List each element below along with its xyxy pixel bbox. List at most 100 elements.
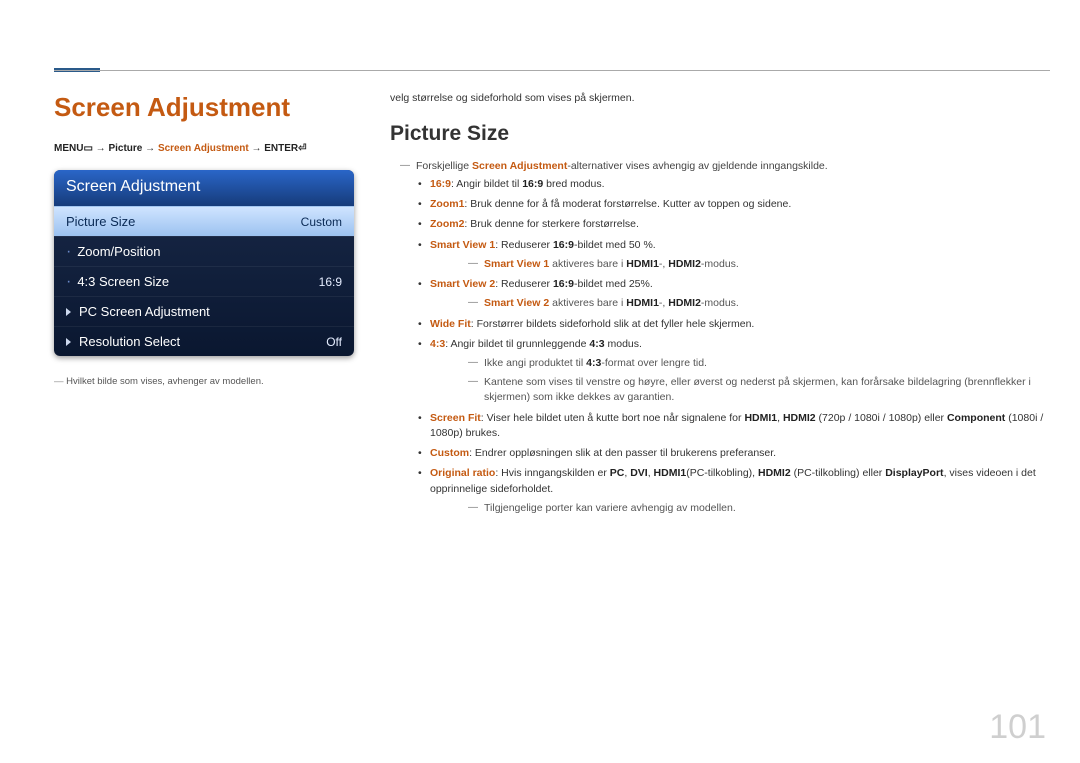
t: 16:9 [430, 178, 451, 190]
t: Zoom1 [430, 198, 464, 210]
list-item: Zoom1: Bruk denne for å få moderat forst… [418, 197, 1050, 212]
t: Ikke angi produktet til [484, 357, 586, 369]
t: aktiveres bare i [549, 258, 626, 270]
osd-label: Zoom/Position [77, 244, 160, 259]
list-item: Zoom2: Bruk denne for sterkere forstørre… [418, 217, 1050, 232]
t: Forskjellige [416, 160, 472, 172]
arrow1: → [93, 143, 109, 154]
t: HDMI1 [744, 412, 777, 424]
t: 16:9 [553, 239, 574, 251]
section-heading: Picture Size [390, 122, 1050, 146]
list-item: Smart View 2: Reduserer 16:9-bildet med … [418, 277, 1050, 311]
path-screen-adj: Screen Adjustment [158, 143, 249, 154]
t: : Angir bildet til grunnleggende [445, 338, 589, 350]
list-item: 4:3: Angir bildet til grunnleggende 4:3 … [418, 337, 1050, 406]
osd-footnote: Hvilket bilde som vises, avhenger av mod… [54, 376, 354, 387]
osd-row-picture-size[interactable]: Picture Size Custom [54, 206, 354, 236]
sub-note: Tilgjengelige porter kan variere avhengi… [474, 501, 1050, 516]
bullet-icon [66, 274, 71, 289]
chevron-right-icon [66, 334, 73, 349]
t: : Reduserer [495, 278, 553, 290]
t: Screen Adjustment [472, 160, 567, 172]
t: -alternativer vises avhengig av gjeldend… [567, 160, 827, 172]
t: HDMI2 [783, 412, 816, 424]
t: 16:9 [553, 278, 574, 290]
t: (PC-tilkobling) eller [791, 467, 886, 479]
arrow3: → [249, 143, 265, 154]
osd-row-43-screen-size[interactable]: 4:3 Screen Size 16:9 [54, 266, 354, 296]
osd-row-pc-screen-adjustment[interactable]: PC Screen Adjustment [54, 296, 354, 326]
t: Screen Fit [430, 412, 481, 424]
osd-value: Off [326, 335, 342, 349]
list-item: Smart View 1: Reduserer 16:9-bildet med … [418, 238, 1050, 272]
t: : Viser hele bildet uten å kutte bort no… [481, 412, 745, 424]
t: : Bruk denne for å få moderat forstørrel… [464, 198, 791, 210]
sub-note: Kantene som vises til venstre og høyre, … [474, 375, 1050, 405]
t: 4:3 [589, 338, 604, 350]
t: Custom [430, 447, 469, 459]
t: : Forstørrer bildets sideforhold slik at… [471, 318, 755, 330]
t: -, [659, 258, 668, 270]
page-content: Screen Adjustment MENU▭ → Picture → Scre… [54, 92, 1050, 521]
osd-value: Custom [301, 215, 342, 229]
t: -modus. [701, 297, 739, 309]
intro-text: velg størrelse og sideforhold som vises … [390, 92, 1050, 104]
sub-note: Ikke angi produktet til 4:3-format over … [474, 356, 1050, 371]
osd-label: 4:3 Screen Size [77, 274, 169, 289]
t: DisplayPort [885, 467, 943, 479]
t: Original ratio [430, 467, 495, 479]
t: : Angir bildet til [451, 178, 522, 190]
t: HDMI1 [626, 297, 659, 309]
path-picture: Picture [108, 143, 142, 154]
bullet-icon [66, 244, 71, 259]
right-column: velg størrelse og sideforhold som vises … [390, 92, 1050, 521]
t: -modus. [701, 258, 739, 270]
t: Smart View 2 [430, 278, 495, 290]
list-item: Original ratio: Hvis inngangskilden er P… [418, 466, 1050, 516]
menu-icon: ▭ [83, 143, 92, 154]
sub-note: Smart View 1 aktiveres bare i HDMI1-, HD… [474, 257, 1050, 272]
t: HDMI2 [758, 467, 791, 479]
t: : Hvis inngangskilden er [495, 467, 609, 479]
t: -bildet med 50 %. [574, 239, 656, 251]
osd-label: Picture Size [66, 214, 135, 229]
osd-row-resolution-select[interactable]: Resolution Select Off [54, 326, 354, 356]
chevron-right-icon [66, 304, 73, 319]
t: Component [947, 412, 1005, 424]
path-menu: MENU [54, 143, 83, 154]
t: : Reduserer [495, 239, 553, 251]
intro-note: Forskjellige Screen Adjustment-alternati… [406, 160, 1050, 172]
t: : Endrer oppløsningen slik at den passer… [469, 447, 776, 459]
osd-title: Screen Adjustment [54, 170, 354, 206]
t: Smart View 1 [484, 258, 549, 270]
t: HDMI2 [668, 258, 701, 270]
t: bred modus. [543, 178, 604, 190]
list-item: 16:9: Angir bildet til 16:9 bred modus. [418, 177, 1050, 192]
t: aktiveres bare i [549, 297, 626, 309]
t: modus. [605, 338, 642, 350]
osd-label: Resolution Select [79, 334, 180, 349]
t: PC [610, 467, 625, 479]
breadcrumb: MENU▭ → Picture → Screen Adjustment → EN… [54, 143, 354, 154]
osd-row-zoom-position[interactable]: Zoom/Position [54, 236, 354, 266]
t: HDMI2 [668, 297, 701, 309]
osd-value: 16:9 [319, 275, 342, 289]
header-divider [54, 70, 1050, 71]
list-item: Custom: Endrer oppløsningen slik at den … [418, 446, 1050, 461]
t: Smart View 1 [430, 239, 495, 251]
t: 4:3 [586, 357, 601, 369]
t: Wide Fit [430, 318, 471, 330]
osd-panel: Screen Adjustment Picture Size Custom Zo… [54, 170, 354, 356]
osd-label: PC Screen Adjustment [79, 304, 210, 319]
list-item: Screen Fit: Viser hele bildet uten å kut… [418, 411, 1050, 441]
page-title: Screen Adjustment [54, 92, 354, 123]
t: HDMI1 [626, 258, 659, 270]
page-number: 101 [989, 708, 1046, 747]
t: 4:3 [430, 338, 445, 350]
t: (PC-tilkobling), [686, 467, 758, 479]
t: HDMI1 [654, 467, 687, 479]
list-item: Wide Fit: Forstørrer bildets sideforhold… [418, 317, 1050, 332]
t: Smart View 2 [484, 297, 549, 309]
arrow2: → [142, 143, 158, 154]
t: Zoom2 [430, 218, 464, 230]
